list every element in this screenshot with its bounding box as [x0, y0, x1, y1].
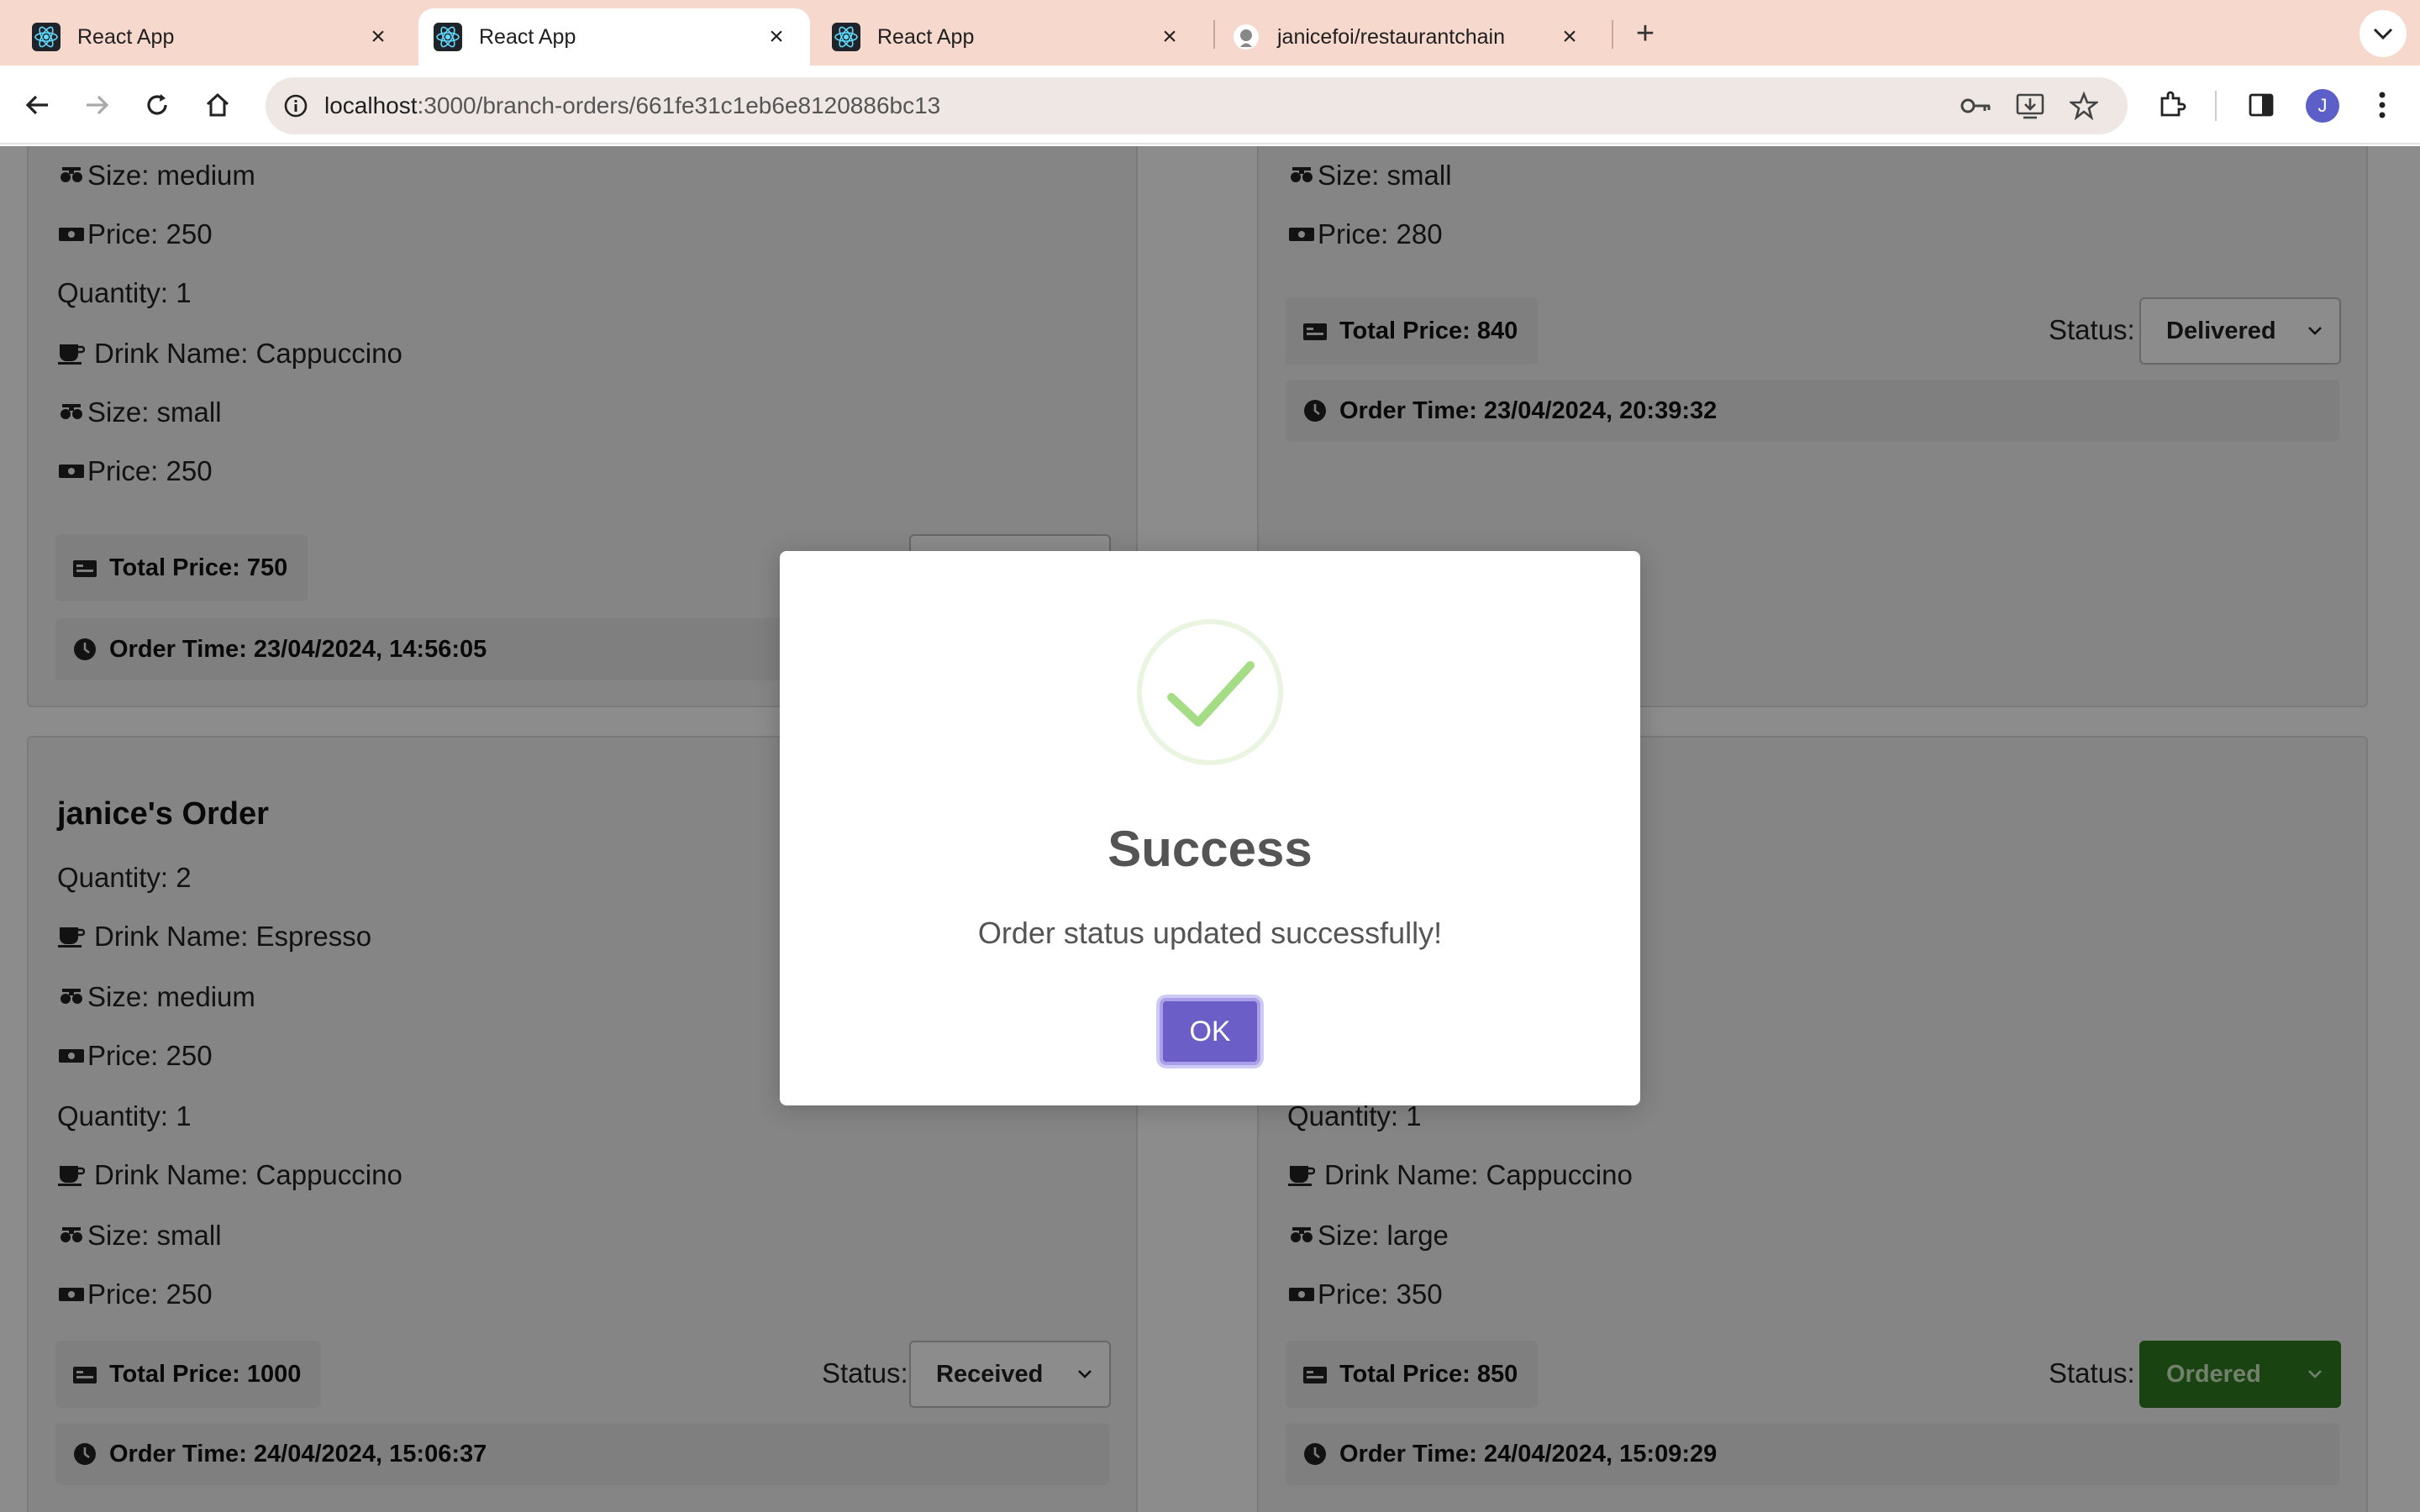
back-arrow-icon[interactable]	[17, 84, 59, 126]
address-bar[interactable]: localhost:3000/branch-orders/661fe31c1eb…	[266, 77, 2128, 134]
extensions-icon[interactable]	[2151, 84, 2193, 126]
react-icon	[32, 23, 60, 51]
dialog-message: Order status updated successfully!	[977, 916, 1443, 950]
github-icon	[1232, 23, 1260, 51]
tab-separator	[1612, 20, 1613, 49]
tab-separator	[1213, 20, 1215, 49]
tab-title: React App	[479, 24, 576, 49]
browser-tab[interactable]: React App ×	[817, 8, 1203, 66]
browser-tab-active[interactable]: React App ×	[418, 8, 810, 66]
react-icon	[832, 23, 860, 51]
reload-icon[interactable]	[136, 84, 178, 126]
browser-tab[interactable]: React App ×	[0, 8, 412, 66]
key-icon[interactable]	[1956, 86, 1996, 126]
forward-arrow-icon[interactable]	[76, 84, 118, 126]
close-tab-icon[interactable]: ×	[1555, 22, 1585, 52]
browser-toolbar: localhost:3000/branch-orders/661fe31c1eb…	[0, 66, 2420, 144]
checkmark-icon	[1137, 619, 1283, 765]
install-app-icon[interactable]	[2010, 86, 2050, 126]
site-info-icon[interactable]	[276, 86, 316, 126]
close-tab-icon[interactable]: ×	[363, 22, 393, 52]
browser-tab-bar: React App × React App × React App × jani…	[0, 0, 2420, 66]
bookmark-star-icon[interactable]	[2064, 86, 2104, 126]
dialog-title: Success	[1107, 821, 1313, 877]
side-panel-icon[interactable]	[2240, 84, 2282, 126]
success-dialog: Success Order status updated successfull…	[780, 551, 1640, 1105]
home-icon[interactable]	[197, 84, 239, 126]
close-tab-icon[interactable]: ×	[761, 22, 792, 52]
tab-title: janicefoi/restaurantchain	[1277, 24, 1505, 49]
more-vert-icon[interactable]	[2361, 84, 2403, 126]
url-text[interactable]: localhost:3000/branch-orders/661fe31c1eb…	[324, 92, 940, 119]
browser-tab[interactable]: janicefoi/restaurantchain ×	[1217, 8, 1603, 66]
toolbar-divider	[2215, 91, 2217, 121]
tab-title: React App	[877, 24, 975, 49]
ok-button[interactable]: OK	[1160, 998, 1260, 1065]
react-icon	[434, 23, 462, 51]
chevron-down-icon[interactable]	[2360, 10, 2407, 57]
profile-avatar[interactable]: J	[2306, 89, 2339, 123]
new-tab-icon[interactable]: +	[1627, 15, 1664, 52]
tab-title: React App	[77, 24, 175, 49]
close-tab-icon[interactable]: ×	[1155, 22, 1185, 52]
